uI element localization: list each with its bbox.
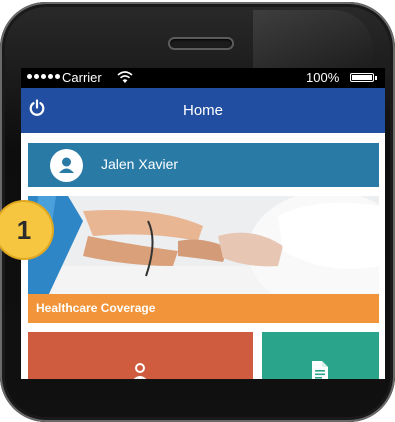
healthcare-coverage-bar[interactable]: Healthcare Coverage: [28, 294, 379, 323]
user-name: Jalen Xavier: [101, 156, 179, 172]
status-bar: Carrier 100%: [21, 68, 385, 88]
document-icon: [312, 361, 328, 379]
wifi-icon: [117, 71, 133, 83]
battery-percent: 100%: [306, 70, 340, 85]
healthcare-banner-image[interactable]: [28, 196, 379, 296]
user-icon: [59, 157, 74, 173]
doctor-icon: [133, 363, 147, 379]
phone-speaker: [170, 39, 232, 48]
doctor-tile[interactable]: [28, 332, 253, 379]
signal-icon: [27, 74, 60, 79]
nav-bar: Home: [21, 88, 385, 133]
page-title: Home: [182, 102, 223, 119]
app-screen: Carrier 100% Home Jalen Xavier Healthcar…: [21, 68, 385, 379]
phone-frame: Carrier 100% Home Jalen Xavier Healthcar…: [0, 2, 395, 422]
document-tile[interactable]: [262, 332, 379, 379]
battery-icon: [350, 73, 377, 82]
user-profile-button[interactable]: Jalen Xavier: [28, 143, 379, 187]
carrier-label: Carrier: [62, 70, 102, 85]
phone-highlight: [253, 10, 373, 70]
healthcare-coverage-label: Healthcare Coverage: [36, 301, 156, 315]
avatar: [50, 149, 83, 182]
care-photo: [28, 196, 379, 296]
